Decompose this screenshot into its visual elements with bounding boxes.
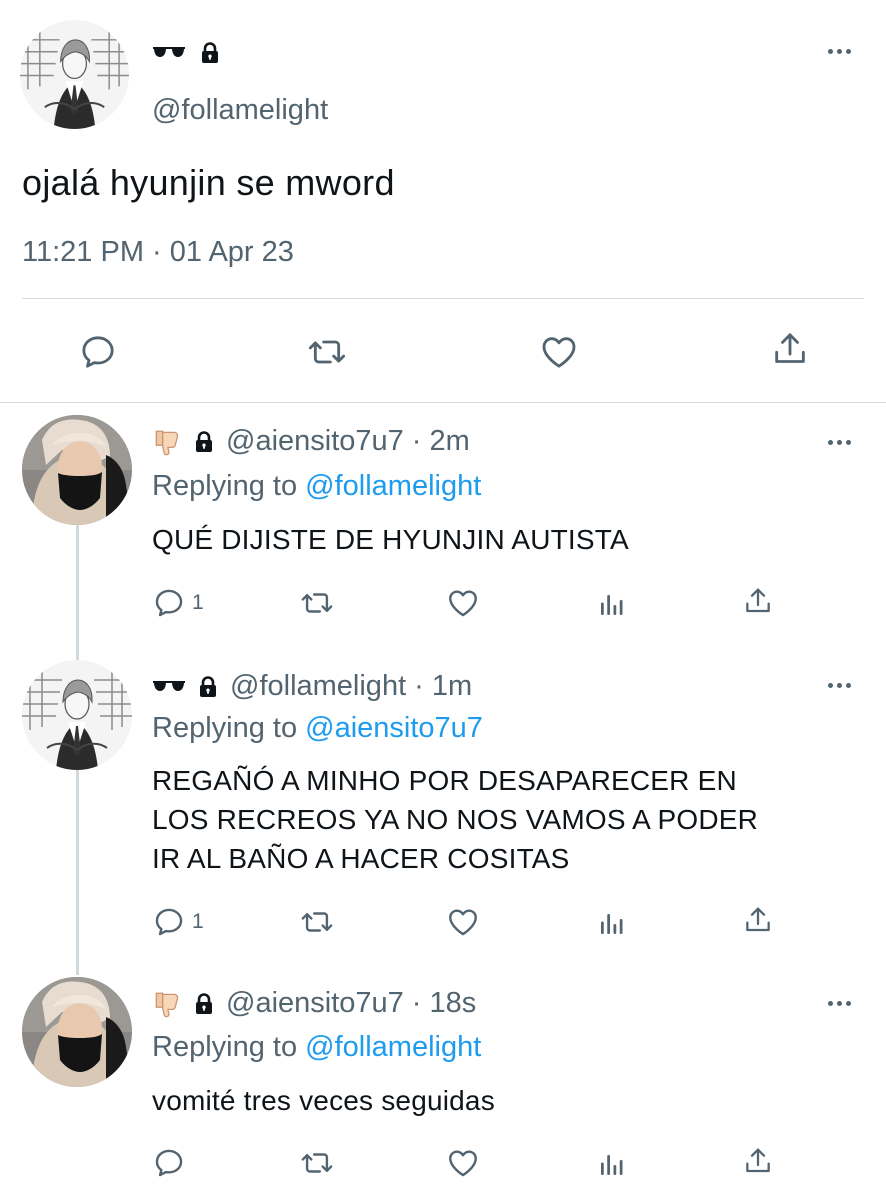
retweet-icon[interactable]	[299, 905, 335, 944]
views-icon[interactable]	[596, 1150, 626, 1185]
handle[interactable]: @follamelight	[230, 670, 406, 703]
thumbs-down-icon	[152, 427, 182, 457]
retweet-icon[interactable]	[305, 332, 349, 372]
reply-header: @follamelight · 1m	[152, 670, 472, 703]
reply-icon[interactable]	[78, 332, 118, 372]
handle[interactable]: @aiensito7u7	[226, 425, 404, 458]
lock-icon	[196, 674, 220, 700]
more-options-icon[interactable]	[824, 680, 854, 690]
avatar-aiensito7u7[interactable]	[22, 415, 132, 525]
sunglasses-icon	[152, 680, 186, 694]
like-icon[interactable]	[445, 905, 481, 944]
reply-icon[interactable]	[152, 586, 186, 620]
more-options-icon[interactable]	[824, 46, 854, 56]
replying-to-link[interactable]: @follamelight	[305, 470, 481, 502]
thumbs-down-icon	[152, 989, 182, 1019]
more-options-icon[interactable]	[824, 437, 854, 447]
divider	[0, 402, 886, 403]
reply-count: 1	[192, 910, 204, 933]
timestamp[interactable]: 11:21 PM · 01 Apr 23	[22, 236, 294, 269]
reply-header: @aiensito7u7 · 2m	[152, 425, 470, 458]
reply-action[interactable]: 1	[152, 905, 204, 939]
reply-action[interactable]	[152, 1146, 186, 1180]
avatar-aiensito7u7[interactable]	[22, 977, 132, 1087]
lock-icon	[198, 40, 222, 66]
avatar-image	[22, 660, 132, 770]
avatar-image	[22, 977, 132, 1087]
divider	[22, 298, 864, 299]
replying-label: Replying to	[152, 1031, 298, 1063]
share-icon[interactable]	[742, 1144, 774, 1183]
more-options-icon[interactable]	[824, 998, 854, 1008]
replying-label: Replying to	[152, 470, 298, 502]
replying-to-link[interactable]: @aiensito7u7	[305, 712, 483, 744]
handle[interactable]: @follamelight	[152, 94, 328, 127]
replying-to-link[interactable]: @follamelight	[305, 1031, 481, 1063]
like-icon[interactable]	[445, 586, 481, 625]
relative-time: · 18s	[411, 987, 477, 1019]
replying-to: Replying to @follamelight	[152, 1031, 481, 1064]
reply-count: 1	[192, 591, 204, 614]
lock-icon	[192, 991, 216, 1017]
retweet-icon[interactable]	[299, 1146, 335, 1185]
replying-to: Replying to @aiensito7u7	[152, 712, 483, 745]
share-icon[interactable]	[742, 584, 774, 623]
handle[interactable]: @aiensito7u7	[226, 987, 404, 1020]
display-name	[152, 40, 222, 66]
reply-icon[interactable]	[152, 1146, 186, 1180]
avatar-image	[20, 20, 129, 129]
reply-header: @aiensito7u7 · 18s	[152, 987, 476, 1020]
tweet-text: ojalá hyunjin se mword	[22, 162, 395, 203]
lock-icon	[192, 429, 216, 455]
relative-time: · 1m	[414, 670, 473, 702]
views-icon[interactable]	[596, 909, 626, 944]
like-icon[interactable]	[445, 1146, 481, 1185]
reply-text-line: REGAÑÓ A MINHO POR DESAPARECER EN	[152, 765, 737, 796]
thread-line	[76, 770, 79, 975]
thread-line	[76, 525, 79, 660]
relative-time: · 2m	[411, 425, 470, 457]
replying-label: Replying to	[152, 712, 298, 744]
reply-text: REGAÑÓ A MINHO POR DESAPARECER EN LOS RE…	[152, 761, 758, 878]
share-icon[interactable]	[742, 903, 774, 942]
replying-to: Replying to @follamelight	[152, 470, 481, 503]
sunglasses-icon	[152, 46, 186, 60]
avatar-image	[22, 415, 132, 525]
share-icon[interactable]	[770, 328, 810, 370]
reply-text-line: LOS RECREOS YA NO NOS VAMOS A PODER	[152, 804, 759, 835]
avatar-follamelight[interactable]	[22, 660, 132, 770]
retweet-icon[interactable]	[299, 586, 335, 625]
reply-text-line: IR AL BAÑO A HACER COSITAS	[152, 843, 570, 874]
reply-action[interactable]: 1	[152, 586, 204, 620]
avatar-follamelight[interactable]	[20, 20, 129, 129]
reply-icon[interactable]	[152, 905, 186, 939]
views-icon[interactable]	[596, 590, 626, 625]
reply-text: QUÉ DIJISTE DE HYUNJIN AUTISTA	[152, 524, 629, 555]
like-icon[interactable]	[538, 332, 580, 372]
reply-text: vomité tres veces seguidas	[152, 1085, 495, 1116]
